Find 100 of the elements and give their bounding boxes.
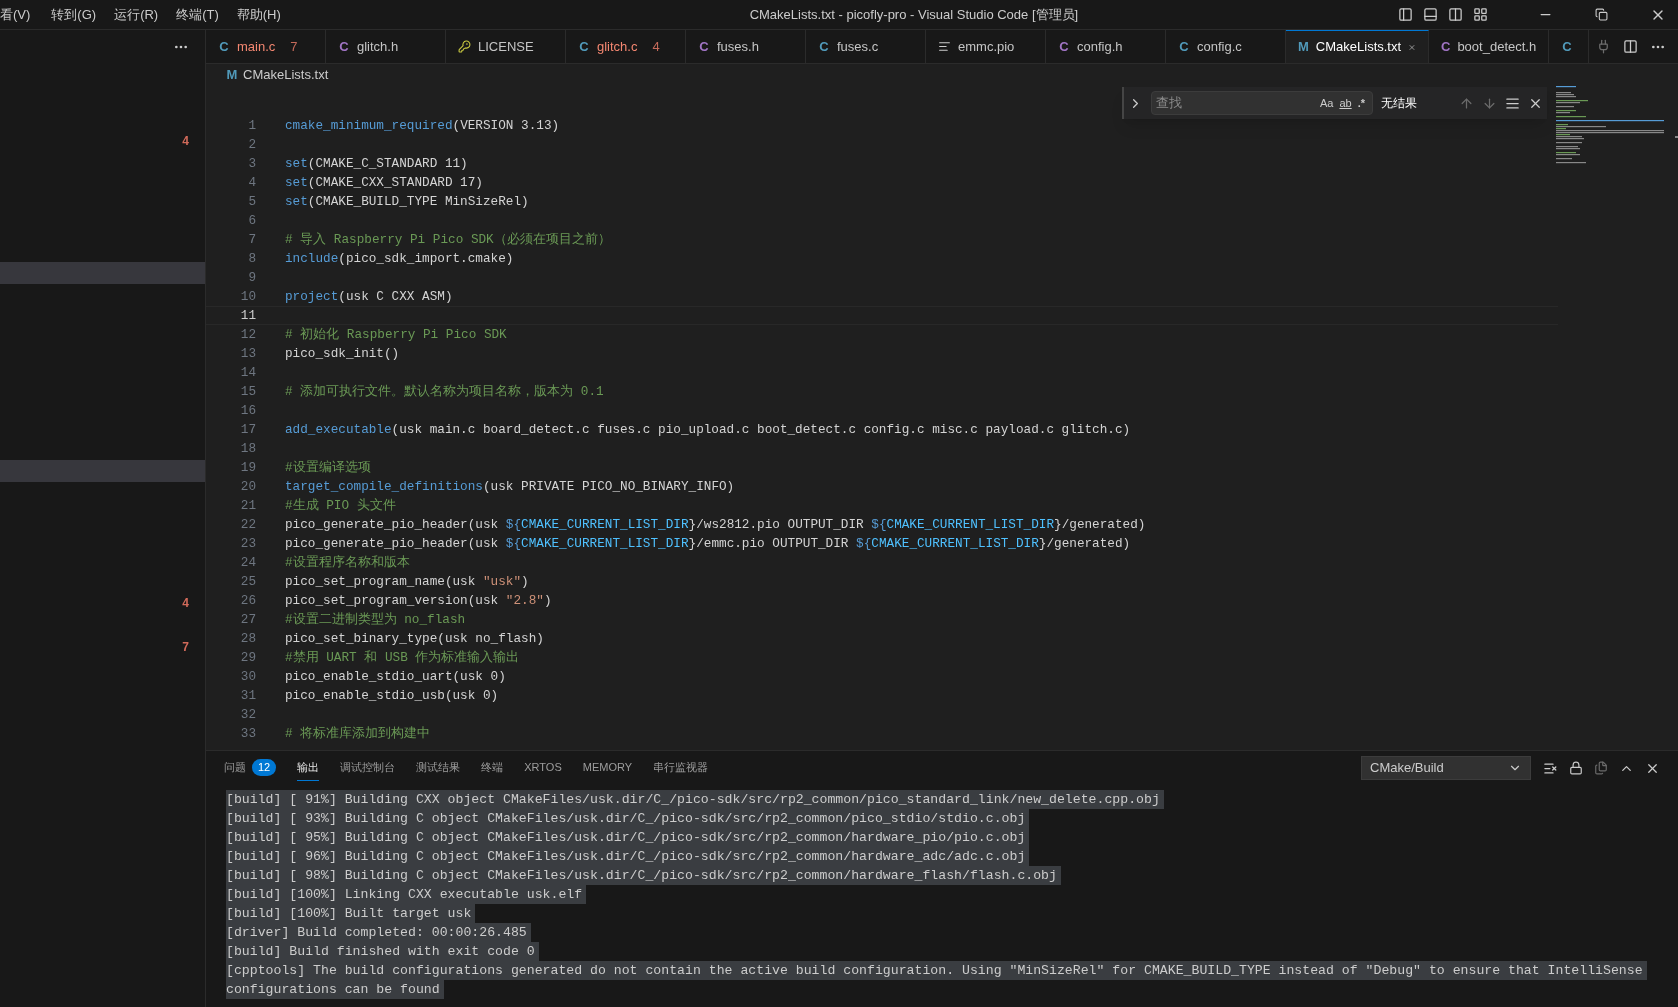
code-line: cmake_minimum_required(VERSION 3.13) xyxy=(285,117,560,135)
line-number: 17 xyxy=(239,421,256,439)
code-line: # 初始化 Raspberry Pi Pico SDK xyxy=(285,326,507,344)
editor-tab[interactable]: C fuses.c xyxy=(806,30,926,63)
editor-tab[interactable]: LICENSE xyxy=(446,30,566,63)
code-line: pico_generate_pio_header(usk ${CMAKE_CURRENT_LIST_DIR}/ws2812.pio OUTPUT_DIR ${CMAKE_CURRENT_LIST_DIR}/generated) xyxy=(285,516,1146,534)
line-number: 11 xyxy=(239,307,256,325)
lock-icon[interactable] xyxy=(1569,761,1583,775)
editor-tab[interactable]: C config.h xyxy=(1046,30,1166,63)
code-line: pico_enable_stdio_uart(usk 0) xyxy=(285,668,506,686)
find-option[interactable]: ab xyxy=(1336,94,1355,112)
line-number: 4 xyxy=(247,174,256,192)
plug-icon[interactable] xyxy=(1596,39,1611,54)
menu-item[interactable]: 转到(G) xyxy=(42,4,106,25)
line-number: 13 xyxy=(239,345,256,363)
code-line: set(CMAKE_BUILD_TYPE MinSizeRel) xyxy=(285,193,529,211)
menu-item[interactable]: 终端(T) xyxy=(167,4,228,25)
line-number: 30 xyxy=(239,668,256,686)
breadcrumb[interactable]: CMakeLists.txt xyxy=(243,65,329,85)
line-number: 22 xyxy=(239,516,256,534)
editor-tab[interactable]: M CMakeLists.txt xyxy=(1286,30,1429,63)
clear-output-icon[interactable] xyxy=(1543,760,1558,776)
find-in-selection-icon[interactable] xyxy=(1505,95,1520,111)
editor-tab[interactable]: C glitch.c 4 xyxy=(566,30,686,63)
output-channel-select[interactable]: CMake/Build xyxy=(1361,756,1531,780)
toggle-secondary-sidebar-icon[interactable] xyxy=(1448,7,1463,22)
code-line: #生成 PIO 头文件 xyxy=(285,497,396,515)
restore-icon[interactable] xyxy=(1595,8,1608,21)
problem-count: 4 xyxy=(182,133,189,150)
c-file-icon: C xyxy=(1561,36,1573,57)
line-number: 15 xyxy=(239,383,256,401)
cmake-file-icon: M xyxy=(1298,37,1309,57)
line-number: 26 xyxy=(239,592,256,610)
copy-icon[interactable] xyxy=(1594,761,1608,775)
line-number: 6 xyxy=(247,212,256,230)
editor-tab[interactable]: C xyxy=(1549,30,1589,63)
code-line: #设置二进制类型为 no_flash xyxy=(285,611,466,629)
menu-item[interactable]: 帮助(H) xyxy=(227,4,290,25)
find-option[interactable]: .* xyxy=(1354,94,1368,112)
next-match-icon[interactable] xyxy=(1482,95,1497,111)
line-number: 5 xyxy=(247,193,256,211)
c-file-icon: C xyxy=(218,36,230,57)
line-number: 32 xyxy=(239,706,256,724)
panel-tab[interactable]: 输出 xyxy=(297,755,320,781)
panel-tab[interactable]: 终端 xyxy=(481,755,504,781)
editor-tab[interactable]: C main.c 7 xyxy=(206,30,326,63)
code-line: pico_sdk_init() xyxy=(285,345,400,363)
line-number: 23 xyxy=(239,535,256,553)
toggle-sidebar-icon[interactable] xyxy=(1398,7,1413,22)
header-file-icon: C xyxy=(698,36,710,57)
toggle-panel-icon[interactable] xyxy=(1423,7,1438,22)
panel-tab[interactable]: MEMORY xyxy=(582,755,633,781)
previous-match-icon[interactable] xyxy=(1459,95,1474,111)
code-line: #禁用 UART 和 USB 作为标准输入输出 xyxy=(285,649,520,667)
menu-item[interactable]: 运行(R) xyxy=(105,4,168,25)
find-option[interactable]: Aa xyxy=(1316,94,1337,112)
cmake-file-icon: M xyxy=(226,65,238,85)
panel-tab[interactable]: 问题 12 xyxy=(224,755,277,781)
editor-tab[interactable]: C fuses.h xyxy=(686,30,806,63)
line-number: 21 xyxy=(239,497,256,515)
panel-tab[interactable]: 测试结果 xyxy=(416,755,461,781)
problem-count: 4 xyxy=(182,595,189,612)
header-file-icon: C xyxy=(338,36,350,57)
find-result: 无结果 xyxy=(1381,95,1418,112)
error-count: 7 xyxy=(290,37,298,56)
find-field[interactable]: 查找 Aa ab .* xyxy=(1151,91,1373,115)
line-number: 9 xyxy=(247,269,256,287)
split-editor-icon[interactable] xyxy=(1623,39,1638,54)
editor-tab[interactable]: emmc.pio xyxy=(926,30,1046,63)
code-line: pico_enable_stdio_usb(usk 0) xyxy=(285,687,499,705)
panel-tab[interactable]: 调试控制台 xyxy=(340,755,396,781)
menu-item[interactable]: 看(V) xyxy=(0,4,43,25)
panel-tab[interactable]: XRTOS xyxy=(524,755,562,781)
line-number: 25 xyxy=(239,573,256,591)
code-line: set(CMAKE_CXX_STANDARD 17) xyxy=(285,174,483,192)
header-file-icon: C xyxy=(1058,36,1070,57)
code-line: #设置程序名称和版本 xyxy=(285,554,410,572)
lines-file-icon xyxy=(938,40,951,53)
code-line: target_compile_definitions(usk PRIVATE PICO_NO_BINARY_INFO) xyxy=(285,478,735,496)
c-file-icon: C xyxy=(1178,36,1190,57)
line-number: 10 xyxy=(239,288,256,306)
code-line: # 将标准库添加到构建中 xyxy=(285,725,431,743)
problem-badge: 12 xyxy=(252,759,277,776)
line-number: 12 xyxy=(239,326,256,344)
code-line: #设置编译选项 xyxy=(285,459,371,477)
line-number: 31 xyxy=(239,687,256,705)
editor-tab[interactable]: C glitch.h xyxy=(326,30,446,63)
line-number: 20 xyxy=(239,478,256,496)
layout-icon[interactable] xyxy=(1473,7,1488,22)
line-number: 3 xyxy=(247,155,256,173)
line-number: 14 xyxy=(239,364,256,382)
code-line: pico_set_program_version(usk "2.8") xyxy=(285,592,552,610)
line-number: 16 xyxy=(239,402,256,420)
header-file-icon: C xyxy=(1441,36,1451,57)
panel-tab[interactable]: 串行监视器 xyxy=(653,755,709,781)
line-number: 1 xyxy=(247,117,256,135)
code-line: pico_set_binary_type(usk no_flash) xyxy=(285,630,544,648)
line-number: 29 xyxy=(239,649,256,667)
editor-tab[interactable]: C boot_detect.h xyxy=(1429,30,1549,63)
code-line: include(pico_sdk_import.cmake) xyxy=(285,250,514,268)
